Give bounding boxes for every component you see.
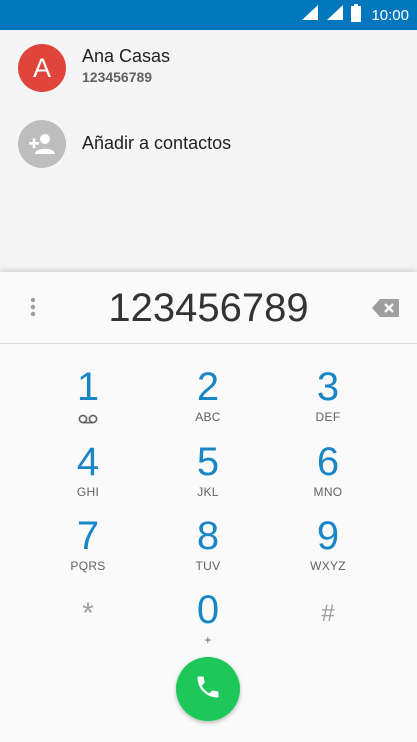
dialpad-key-5[interactable]: 5 JKL: [153, 440, 263, 510]
contact-suggestion-row[interactable]: A Ana Casas 123456789: [0, 38, 417, 98]
key-letters: ABC: [195, 410, 221, 424]
add-to-contacts-row[interactable]: Añadir a contactos: [0, 114, 417, 174]
key-digit: *: [82, 597, 94, 630]
key-digit: 2: [196, 365, 220, 409]
key-digit: 1: [76, 365, 100, 409]
key-letters: TUV: [195, 559, 221, 573]
key-letters: JKL: [197, 485, 219, 499]
key-letters: PQRS: [70, 559, 106, 573]
suggestions-list: A Ana Casas 123456789 Añadir a contactos: [0, 30, 417, 272]
dialpad-key-8[interactable]: 8 TUV: [153, 514, 263, 584]
key-letters: +: [204, 633, 212, 647]
key-digit: 9: [316, 514, 340, 558]
digits-row: 123456789: [0, 272, 417, 344]
wifi-icon: [301, 4, 319, 26]
key-letters: DEF: [315, 410, 341, 424]
dialpad-key-6[interactable]: 6 MNO: [273, 440, 383, 510]
avatar-initial: A: [32, 52, 51, 83]
dialpad-key-1[interactable]: 1: [33, 365, 143, 435]
dialpad-key-hash[interactable]: #: [273, 592, 383, 662]
status-time: 10:00: [371, 6, 409, 24]
key-digit: 4: [76, 440, 100, 484]
dialpad-key-0[interactable]: 0 +: [153, 588, 263, 658]
status-icons: 10:00: [301, 0, 409, 30]
signal-icon: [326, 4, 344, 26]
contact-number: 123456789: [82, 69, 153, 85]
key-digit: 8: [196, 514, 220, 558]
voicemail-icon: [78, 411, 98, 429]
avatar: A: [18, 44, 66, 92]
key-letters: MNO: [313, 485, 343, 499]
dialpad-key-star[interactable]: *: [33, 592, 143, 662]
dialed-digits[interactable]: 123456789: [60, 286, 357, 331]
overflow-menu-icon[interactable]: [18, 292, 48, 322]
dialpad-key-3[interactable]: 3 DEF: [273, 365, 383, 435]
contact-name: Ana Casas: [82, 46, 171, 66]
dialpad-key-7[interactable]: 7 PQRS: [33, 514, 143, 584]
dialpad-key-4[interactable]: 4 GHI: [33, 440, 143, 510]
status-bar: 10:00: [0, 0, 417, 30]
add-to-contacts-label: Añadir a contactos: [82, 133, 232, 153]
key-digit: 3: [316, 365, 340, 409]
backspace-icon[interactable]: [369, 294, 403, 322]
key-letters: WXYZ: [310, 559, 346, 573]
dialpad-key-9[interactable]: 9 WXYZ: [273, 514, 383, 584]
key-digit: 5: [196, 440, 220, 484]
battery-icon: [351, 3, 362, 27]
key-letters: GHI: [76, 485, 100, 499]
dialpad-key-2[interactable]: 2 ABC: [153, 365, 263, 435]
key-digit: 6: [316, 440, 340, 484]
add-person-icon: [18, 120, 66, 168]
phone-icon: [194, 673, 222, 706]
key-digit: 0: [196, 588, 220, 632]
call-button[interactable]: [176, 657, 240, 721]
key-digit: 7: [76, 514, 100, 558]
dialpad: 123456789 1 2 ABC 3 DEF 4 GHI 5 JKL 6 MN…: [0, 272, 417, 742]
key-digit: #: [321, 600, 335, 627]
